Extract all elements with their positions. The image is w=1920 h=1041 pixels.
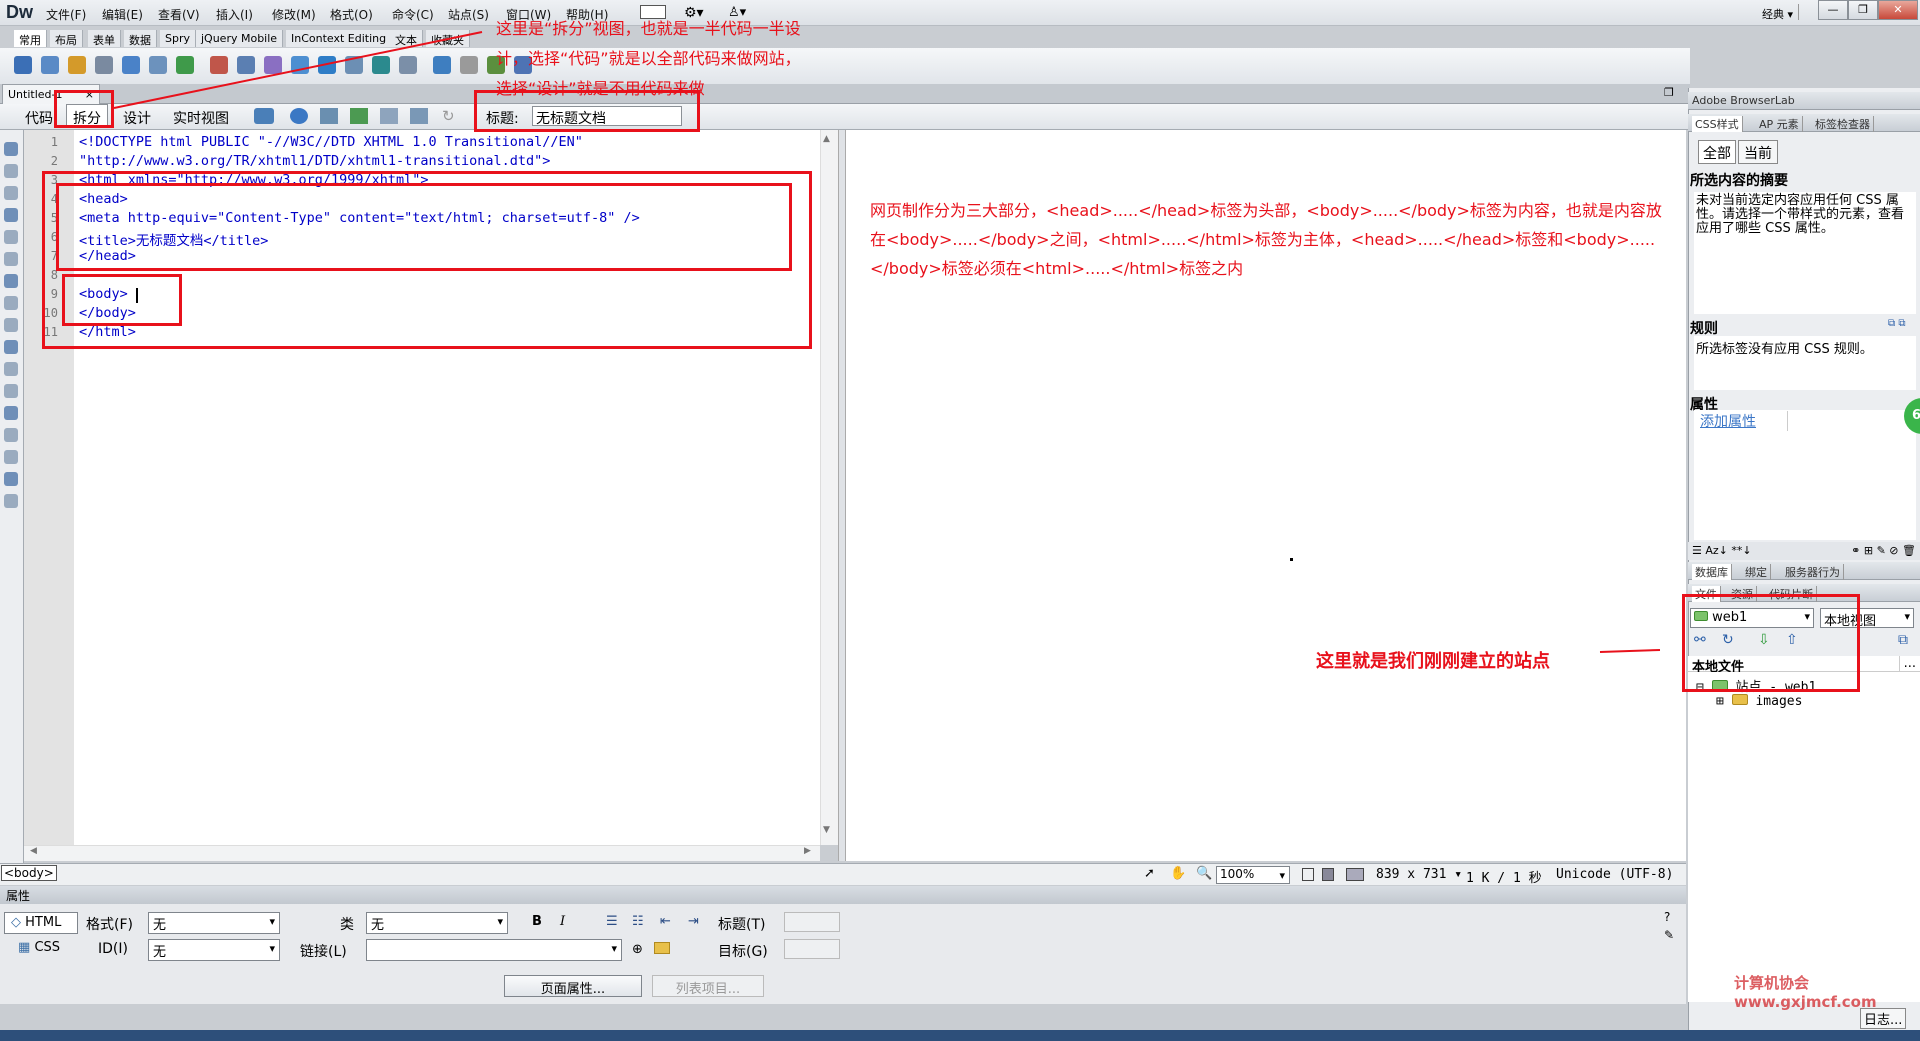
annotation-arrows (113, 31, 1661, 653)
split-arrow-line (113, 31, 483, 109)
site-arrow-line (1599, 649, 1661, 653)
site-annotation: 这里就是我们刚刚建立的站点 (1316, 651, 1550, 672)
split-annotation: 这里是“拆分”视图，也就是一半代码一半设计，选择“代码”就是以全部代码来做网站，… (496, 19, 801, 98)
